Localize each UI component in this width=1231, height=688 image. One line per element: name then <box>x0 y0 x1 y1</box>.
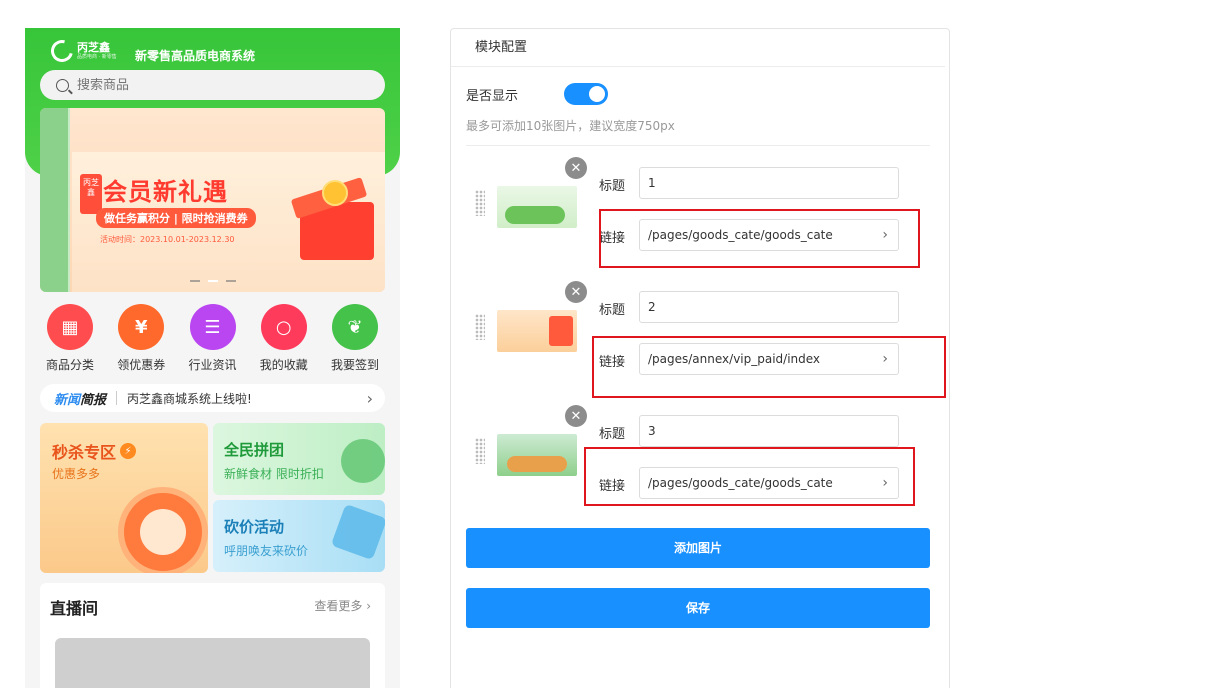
news-ticker[interactable]: 新闻简报 丙芝鑫商城系统上线啦! › <box>40 384 385 412</box>
live-more-text: 查看更多 <box>314 599 363 613</box>
promo-flash-sale[interactable]: 秒杀专区 ⚡ 优惠多多 <box>40 423 208 573</box>
chevron-right-icon: › <box>366 388 373 408</box>
image-thumbnail[interactable] <box>497 310 577 352</box>
megaphone-icon <box>341 439 385 483</box>
grid-icon: ▦ <box>47 304 93 350</box>
carousel-dot-active[interactable] <box>208 280 218 282</box>
promo-bargain[interactable]: 砍价活动 呼朋唤友来砍价 <box>213 500 385 572</box>
title-label: 标题 <box>599 303 626 318</box>
chevron-right-icon: › <box>366 599 371 613</box>
highlight-box <box>592 336 946 398</box>
magnifier-icon: ○ <box>260 304 307 350</box>
category-label: 我的收藏 <box>259 358 308 372</box>
category-label: 领优惠券 <box>117 358 166 372</box>
category-label: 行业资讯 <box>188 358 237 372</box>
coupon-icon: ¥ <box>118 304 165 350</box>
title-label: 标题 <box>599 179 626 194</box>
gift-box-icon <box>290 166 380 262</box>
app-logo: 丙芝鑫 品质电商 · 新零售 <box>46 35 117 67</box>
category-nav: ▦ 商品分类 ¥ 领优惠券 ☰ 行业资讯 ○ 我的收藏 ❦ 我要签到 <box>40 304 385 373</box>
banner-prev-slide <box>40 108 70 292</box>
category-label: 我要签到 <box>330 358 379 372</box>
promo-group-buy[interactable]: 全民拼团 新鲜食材 限时折扣 <box>213 423 385 495</box>
banner-subtitle: 做任务赢积分 | 限时抢消费券 <box>96 208 256 228</box>
news-text: 丙芝鑫商城系统上线啦! <box>127 391 252 406</box>
add-image-button[interactable]: 添加图片 <box>466 528 930 568</box>
logo-text: 丙芝鑫 <box>77 41 110 54</box>
title-input[interactable] <box>639 291 899 323</box>
search-bar[interactable] <box>40 70 385 100</box>
banner-badge: 丙芝鑫 <box>80 174 102 214</box>
app-title: 新零售高品质电商系统 <box>135 49 256 63</box>
live-thumbnail[interactable] <box>55 638 370 688</box>
lightning-icon: ⚡ <box>120 443 137 459</box>
close-icon[interactable]: ✕ <box>565 157 587 179</box>
upload-hint: 最多可添加10张图片，建议宽度750px <box>466 119 675 133</box>
live-more-link[interactable]: 查看更多 › <box>314 597 371 614</box>
highlight-box <box>584 447 915 506</box>
panel-title: 模块配置 <box>451 29 945 67</box>
banner-title: 会员新礼遇 <box>103 178 228 206</box>
live-section: 直播间 查看更多 › <box>40 583 385 688</box>
visibility-label: 是否显示 <box>466 88 519 104</box>
promo-flash-subtitle: 优惠多多 <box>52 467 101 481</box>
drag-handle-icon[interactable] <box>475 438 485 464</box>
logo-icon <box>46 35 78 67</box>
title-label: 标题 <box>599 427 626 442</box>
document-icon: ☰ <box>189 304 236 350</box>
promo-group-title: 全民拼团 <box>224 441 285 459</box>
banner-carousel[interactable]: 丙芝鑫 会员新礼遇 做任务赢积分 | 限时抢消费券 活动时间：2023.10.0… <box>40 108 385 292</box>
promo-flash-title: 秒杀专区 ⚡ <box>52 439 137 463</box>
carousel-dots <box>190 280 236 282</box>
alarm-clock-icon <box>118 487 208 573</box>
promo-bargain-subtitle: 呼朋唤友来砍价 <box>224 544 309 558</box>
search-input[interactable] <box>77 77 337 93</box>
visibility-row: 是否显示 <box>466 83 608 105</box>
visibility-toggle[interactable] <box>564 83 608 105</box>
highlight-box <box>599 209 920 268</box>
banner-date: 活动时间：2023.10.01-2023.12.30 <box>100 235 235 244</box>
search-icon <box>56 78 69 92</box>
category-item-favorites[interactable]: ○ 我的收藏 <box>254 304 314 373</box>
mobile-preview: 丙芝鑫 品质电商 · 新零售 新零售高品质电商系统 丙芝鑫 会员新礼遇 做任务赢… <box>25 28 400 688</box>
image-thumbnail[interactable] <box>497 434 577 476</box>
news-tag: 新闻简报 <box>54 389 106 408</box>
news-tag-b: 简报 <box>80 392 107 408</box>
news-divider <box>116 391 118 405</box>
promo-flash-title-text: 秒杀专区 <box>52 443 117 462</box>
drag-handle-icon[interactable] <box>475 314 485 340</box>
title-input[interactable] <box>639 415 899 447</box>
leaf-icon: ❦ <box>332 304 378 350</box>
image-thumbnail[interactable] <box>497 186 577 228</box>
divider <box>466 145 930 146</box>
category-item-news[interactable]: ☰ 行业资讯 <box>183 304 243 373</box>
price-tag-icon <box>330 503 385 561</box>
promo-group-subtitle: 新鲜食材 限时折扣 <box>224 467 324 481</box>
carousel-dot[interactable] <box>226 280 236 282</box>
logo-subtext: 品质电商 · 新零售 <box>77 54 117 60</box>
carousel-dot[interactable] <box>190 280 200 282</box>
close-icon[interactable]: ✕ <box>565 281 587 303</box>
category-item-goods[interactable]: ▦ 商品分类 <box>40 304 100 373</box>
title-input[interactable] <box>639 167 899 199</box>
category-label: 商品分类 <box>45 358 94 372</box>
news-tag-a: 新闻 <box>54 392 81 408</box>
category-item-checkin[interactable]: ❦ 我要签到 <box>325 304 385 373</box>
close-icon[interactable]: ✕ <box>565 405 587 427</box>
save-button[interactable]: 保存 <box>466 588 930 628</box>
category-item-coupon[interactable]: ¥ 领优惠券 <box>111 304 171 373</box>
live-title: 直播间 <box>50 599 99 618</box>
drag-handle-icon[interactable] <box>475 190 485 216</box>
promo-bargain-title: 砍价活动 <box>224 518 285 536</box>
